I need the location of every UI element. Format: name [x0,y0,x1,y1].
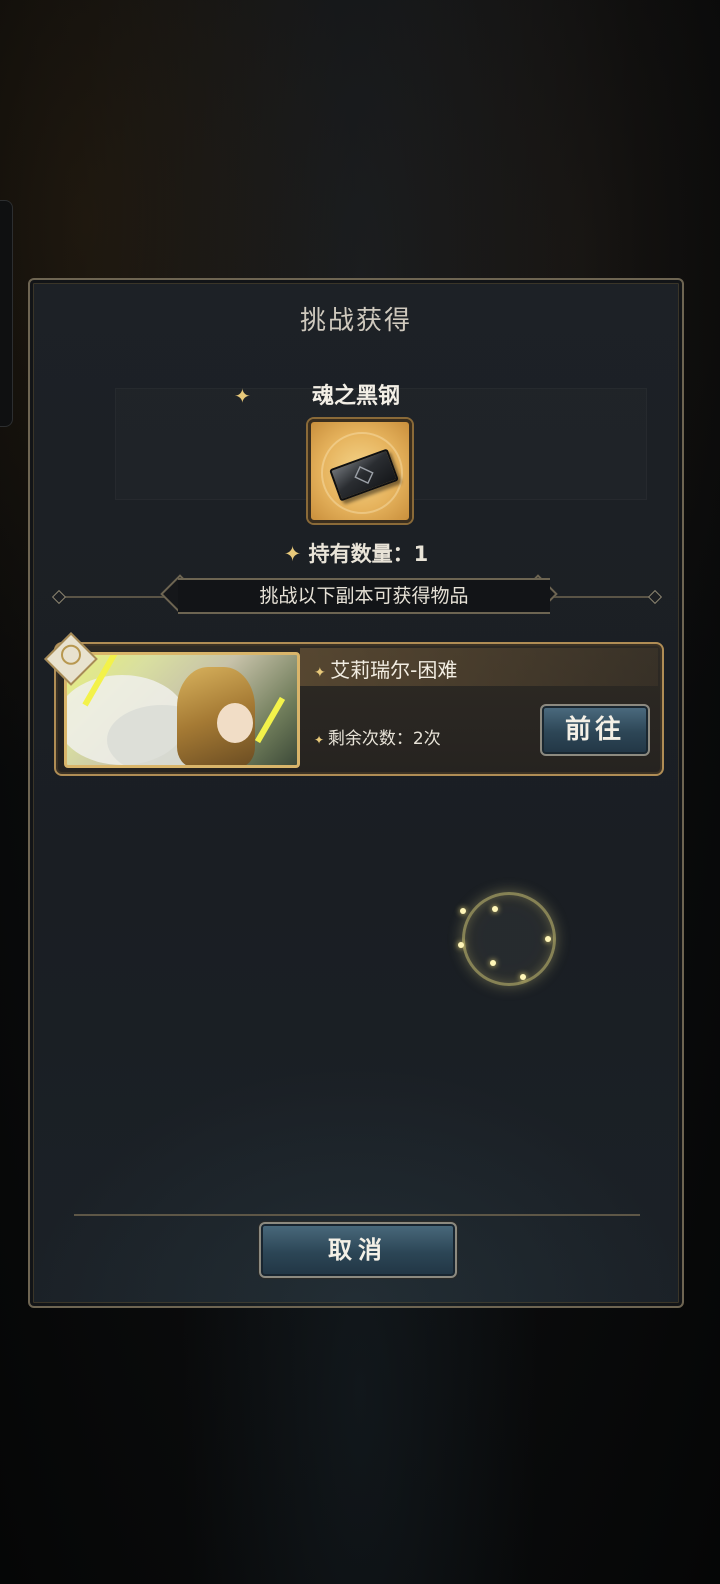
challenge-dialog: 挑战获得 ✦ 魂之黑钢 ✦ 持有数量：1 挑战以下副本可获得物品 ✦ 艾莉瑞尔-… [28,278,684,1308]
stage-name-text: 艾莉瑞尔-困难 [330,658,458,682]
remaining-attempts-text: 剩余次数：2次 [327,729,441,749]
spark-dot [545,936,551,942]
winged-golden-knight-portrait [64,652,300,768]
stage-name: ✦ 艾莉瑞尔-困难 [314,654,457,683]
spark-dot [492,906,498,912]
owned-count-text: 持有数量：1 [308,542,429,566]
stage-card[interactable]: ✦ 艾莉瑞尔-困难 ✦ 剩余次数：2次 前往 [44,632,664,776]
item-slot[interactable] [308,419,412,523]
spark-dot [460,908,466,914]
sparkle-icon: ✦ [314,665,331,681]
go-button[interactable]: 前往 [540,704,650,756]
owned-count: ✦ 持有数量：1 [30,538,682,568]
item-name: 魂之黑钢 [311,384,400,409]
footer-divider [74,1214,640,1216]
side-drawer-tab[interactable] [0,200,13,427]
sun-icon [56,640,86,669]
spark-dot [490,960,496,966]
obtain-banner: 挑战以下副本可获得物品 [178,578,550,614]
spark-dot [458,942,464,948]
spark-dot [520,974,526,980]
loading-ring-icon [462,892,556,986]
divider-end-left [51,589,67,605]
remaining-attempts: ✦ 剩余次数：2次 [314,724,441,749]
divider-right [554,596,654,598]
lightning-shape [254,696,286,744]
face-shape [217,703,253,743]
rune-mark [354,466,374,484]
dialog-title: 挑战获得 [299,306,412,336]
divider-left [60,596,170,598]
cancel-button[interactable]: 取消 [259,1222,457,1278]
divider-end-right [647,589,663,605]
sparkle-icon: ✦ [314,733,328,747]
sparkle-icon: ✦ [283,542,309,566]
